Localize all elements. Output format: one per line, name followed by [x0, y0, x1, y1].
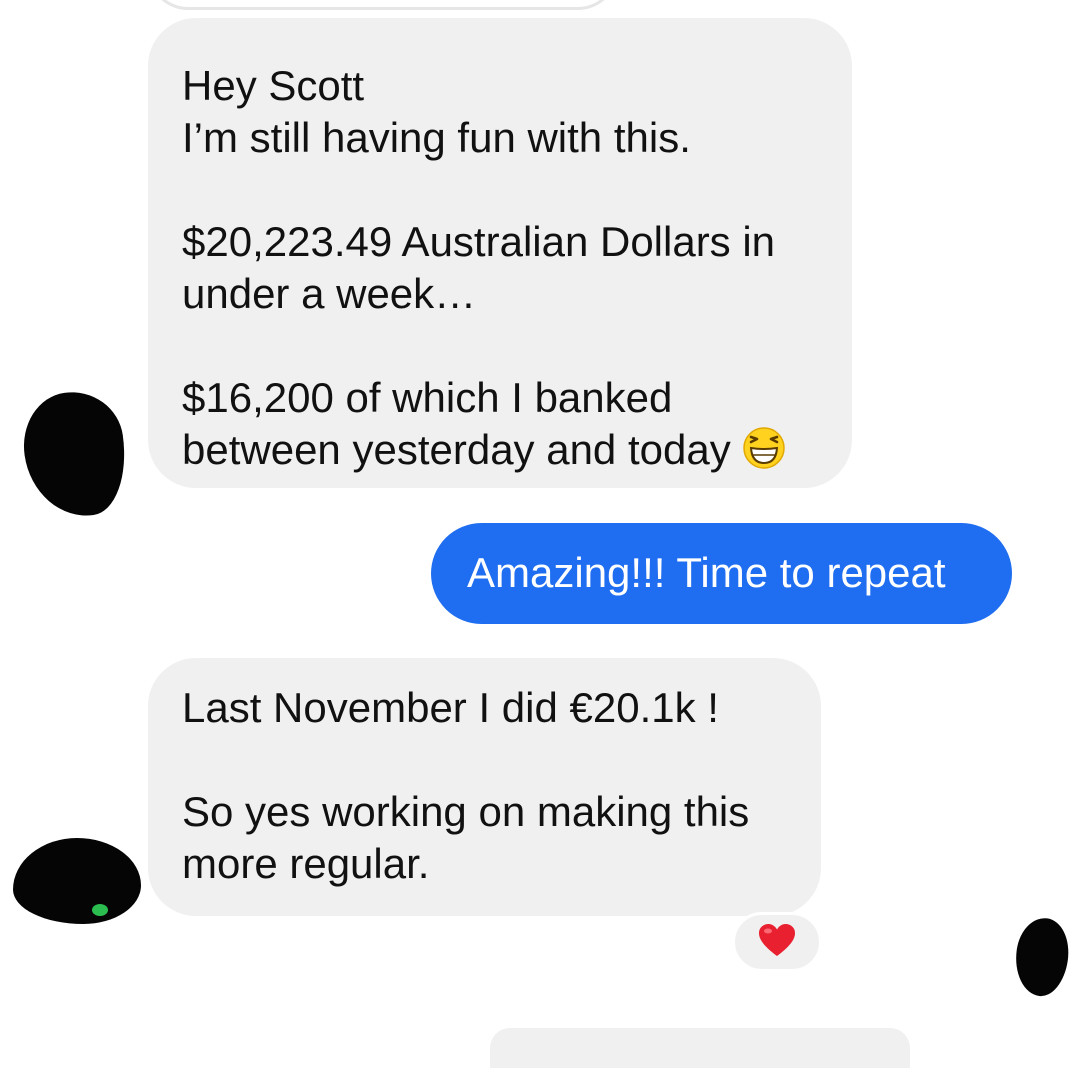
- incoming-message-bubble[interactable]: Hey Scott I’m still having fun with this…: [148, 18, 852, 488]
- message-text: Last November I did €20.1k ! So yes work…: [182, 684, 750, 887]
- message-reaction[interactable]: [732, 912, 822, 972]
- heart-icon: [757, 922, 797, 963]
- online-status-dot: [92, 904, 108, 916]
- outgoing-message-bubble[interactable]: Amazing!!! Time to repeat: [431, 523, 1012, 624]
- previous-message-fragment: [148, 0, 618, 10]
- incoming-message-bubble[interactable]: Last November I did €20.1k ! So yes work…: [148, 658, 821, 916]
- reader-avatar-redacted: [1010, 914, 1074, 1000]
- message-text: Amazing!!! Time to repeat: [467, 549, 946, 596]
- next-message-fragment: [490, 1028, 910, 1068]
- grinning-squinting-face-icon: [742, 426, 786, 482]
- sender-avatar-redacted[interactable]: [13, 838, 141, 924]
- sender-avatar-redacted[interactable]: [16, 385, 134, 524]
- message-text: Hey Scott I’m still having fun with this…: [182, 62, 776, 473]
